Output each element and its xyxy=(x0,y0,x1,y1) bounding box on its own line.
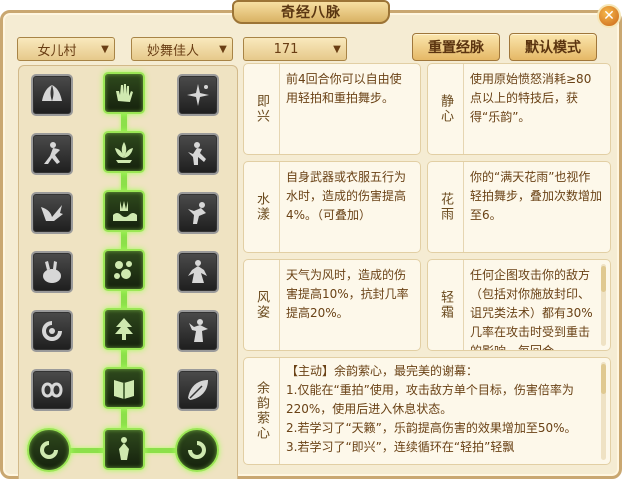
orb-icon[interactable] xyxy=(27,428,71,472)
default-mode-button[interactable]: 默认模式 xyxy=(509,33,597,61)
figure-icon[interactable] xyxy=(103,428,145,470)
chevron-down-icon: ▼ xyxy=(101,43,109,55)
chevron-down-icon: ▼ xyxy=(219,43,227,55)
skill-desc: 使用原始愤怒消耗≥80点以上的特技后，获得“乐韵”。 xyxy=(470,72,592,124)
skill-name: 风姿 xyxy=(244,260,280,350)
scrollbar-thumb[interactable] xyxy=(601,364,606,394)
faction-select-value: 妙舞佳人 xyxy=(146,43,199,59)
level-select[interactable]: 171 ▼ xyxy=(243,37,347,61)
main-skill-name: 余韵萦心 xyxy=(244,358,280,464)
scrollbar-thumb[interactable] xyxy=(601,266,606,292)
skill-card: 水漾 自身武器或衣服五行为水时，造成的伤害提高4%。（可叠加） xyxy=(243,161,421,253)
school-select[interactable]: 女儿村 ▼ xyxy=(17,37,115,61)
meridian-window: 女儿村 ▼ 妙舞佳人 ▼ 171 ▼ 重置经脉 默认模式 即兴 前4回合你可以自… xyxy=(0,10,622,479)
crane-icon[interactable] xyxy=(31,192,73,234)
skill-name: 花雨 xyxy=(428,162,464,252)
knot-icon[interactable] xyxy=(31,369,73,411)
rabbit-icon[interactable] xyxy=(31,251,73,293)
sparkle-icon[interactable] xyxy=(177,74,219,116)
window-title-tab: 奇经八脉 xyxy=(232,0,390,24)
book-icon[interactable] xyxy=(103,367,145,409)
chevron-down-icon: ▼ xyxy=(333,43,341,55)
figure-icon[interactable] xyxy=(177,192,219,234)
dancer-icon[interactable] xyxy=(177,251,219,293)
wings-icon[interactable] xyxy=(31,74,73,116)
skill-card: 花雨 你的“满天花雨”也视作轻拍舞步，叠加次数增加至6。 xyxy=(427,161,611,253)
skill-name: 水漾 xyxy=(244,162,280,252)
hand-icon[interactable] xyxy=(103,72,145,114)
swirl-icon[interactable] xyxy=(31,310,73,352)
dancer-icon[interactable] xyxy=(177,310,219,352)
skill-desc: 天气为风时，造成的伤害提高10%，抗封几率提高20%。 xyxy=(286,268,409,320)
scrollbar[interactable] xyxy=(601,362,606,460)
dancer-icon[interactable] xyxy=(31,133,73,175)
close-icon[interactable]: ✕ xyxy=(597,4,621,28)
school-select-value: 女儿村 xyxy=(37,43,77,59)
skill-name: 轻霜 xyxy=(428,260,464,350)
faction-select[interactable]: 妙舞佳人 ▼ xyxy=(131,37,233,61)
main-skill-line: 【主动】余韵萦心，最完美的谢幕： xyxy=(286,364,479,378)
skill-card: 风姿 天气为风时，造成的伤害提高10%，抗封几率提高20%。 xyxy=(243,259,421,351)
reset-meridian-button[interactable]: 重置经脉 xyxy=(412,33,500,61)
skill-card: 即兴 前4回合你可以自由使用轻拍和重拍舞步。 xyxy=(243,63,421,155)
main-skill-line: 3.若学习了“即兴”，连续循环在“轻拍”轻飘 xyxy=(286,440,515,454)
tree-icon[interactable] xyxy=(103,308,145,350)
skill-desc: 前4回合你可以自由使用轻拍和重拍舞步。 xyxy=(286,72,402,105)
level-select-value: 171 xyxy=(273,41,299,57)
main-skill-desc: 【主动】余韵萦心，最完美的谢幕： 1.仅能在“重拍”使用，攻击敌方单个目标，伤害… xyxy=(286,362,594,457)
dancer-icon[interactable] xyxy=(177,133,219,175)
lotus-icon[interactable] xyxy=(103,131,145,173)
skill-card: 静心 使用原始愤怒消耗≥80点以上的特技后，获得“乐韵”。 xyxy=(427,63,611,155)
scrollbar[interactable] xyxy=(601,264,606,346)
skill-name: 即兴 xyxy=(244,64,280,154)
main-skill-line: 1.仅能在“重拍”使用，攻击敌方单个目标，伤害倍率为220%，使用后进入休息状态… xyxy=(286,383,574,416)
orb-icon[interactable] xyxy=(175,428,219,472)
leaf-icon[interactable] xyxy=(177,369,219,411)
skill-desc: 你的“满天花雨”也视作轻拍舞步，叠加次数增加至6。 xyxy=(470,170,603,222)
main-skill-card: 余韵萦心 【主动】余韵萦心，最完美的谢幕： 1.仅能在“重拍”使用，攻击敌方单个… xyxy=(243,357,611,465)
skill-name: 静心 xyxy=(428,64,464,154)
main-skill-line: 2.若学习了“天籁”，乐韵提高伤害的效果增加至50%。 xyxy=(286,421,577,435)
flower-cluster-icon[interactable] xyxy=(103,249,145,291)
window-title: 奇经八脉 xyxy=(281,5,341,21)
skill-tree xyxy=(18,65,238,479)
wave-icon[interactable] xyxy=(103,190,145,232)
skill-desc: 任何企图攻击你的敌方（包括对你施放封印、诅咒类法术）都有30%几率在攻击时受到重… xyxy=(470,268,593,351)
skill-card: 轻霜 任何企图攻击你的敌方（包括对你施放封印、诅咒类法术）都有30%几率在攻击时… xyxy=(427,259,611,351)
skill-desc: 自身武器或衣服五行为水时，造成的伤害提高4%。（可叠加） xyxy=(286,170,407,222)
